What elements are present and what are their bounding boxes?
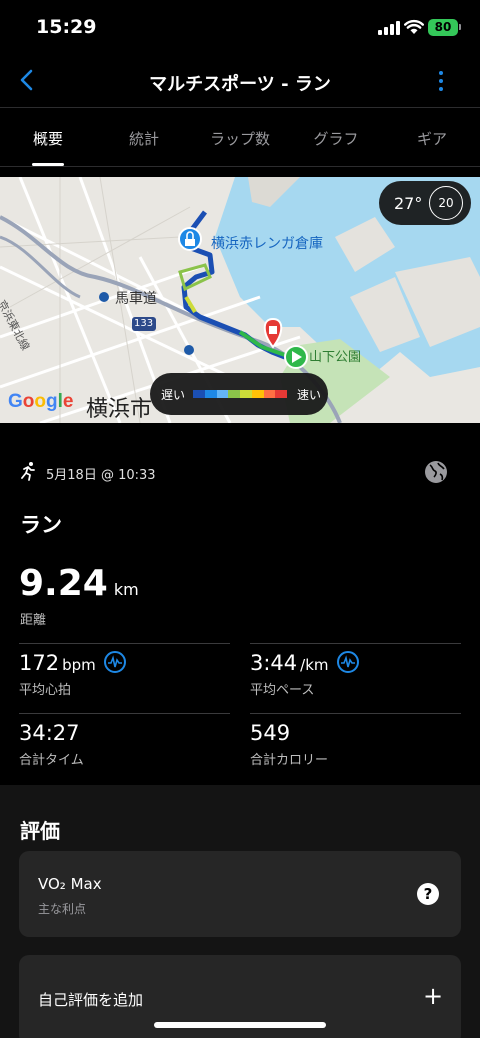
stat-total-time: 34:27 合計タイム [19, 721, 84, 768]
stat-value: 34:27 [19, 721, 80, 745]
stat-avg-hr: 172 bpm 平均心拍 [19, 651, 126, 698]
vo2max-card[interactable]: VO₂ Max 主な利点 ? [19, 851, 461, 937]
battery-icon: 80 [428, 19, 458, 36]
home-indicator [154, 1022, 326, 1028]
signal-icon [378, 21, 400, 35]
wifi-icon [404, 19, 424, 34]
battery-tip [459, 24, 461, 30]
activity-summary: 5月18日 @ 10:33 ラン 9.24 km 距離 172 bpm 平均心拍 3… [0, 423, 480, 785]
distance-unit: km [113, 580, 139, 599]
nav-bar: マルチスポーツ - ラン [0, 58, 480, 106]
map-label-park: 山下公園 [309, 350, 362, 365]
globe-icon[interactable] [424, 460, 448, 484]
map-label-bashamichi: 馬車道 [115, 291, 157, 307]
status-time: 15:29 [36, 16, 97, 38]
evaluation-section: 評価 VO₂ Max 主な利点 ? 自己評価を追加 + [0, 785, 480, 1038]
stat-label: 平均ペース [250, 683, 315, 698]
map-label-yokohama: 横浜市 [86, 397, 153, 422]
google-logo: Google [8, 391, 74, 412]
vo2max-subtitle: 主な利点 [38, 902, 87, 916]
heart-rate-icon[interactable] [103, 651, 126, 673]
map-road-number: 133 [134, 318, 154, 329]
distance-number: 9.24 [19, 563, 108, 604]
stat-divider [250, 643, 461, 644]
running-icon [21, 462, 35, 481]
stat-value: 172 [19, 651, 60, 675]
activity-name: ラン [20, 513, 62, 537]
stat-unit: bpm [62, 656, 96, 674]
plus-icon[interactable]: + [423, 982, 443, 1010]
vo2max-title: VO₂ Max [38, 875, 102, 893]
tab-graph[interactable]: グラフ [288, 108, 384, 166]
tab-gear[interactable]: ギア [384, 108, 480, 166]
stat-avg-pace: 3:44/km 平均ペース [250, 651, 359, 698]
stat-total-calories: 549 合計カロリー [250, 721, 328, 768]
add-self-eval-label: 自己評価を追加 [38, 991, 144, 1009]
speed-legend: 遅い 速い [150, 373, 328, 415]
tab-laps[interactable]: ラップ数 [192, 108, 288, 166]
stat-unit: /km [300, 656, 329, 674]
help-icon[interactable]: ? [417, 883, 439, 905]
stat-value: 549 [250, 721, 291, 745]
temperature: 27° [394, 194, 423, 213]
speed-slow-label: 遅い [161, 388, 186, 402]
tab-overview[interactable]: 概要 [0, 108, 96, 166]
stat-label: 平均心拍 [19, 683, 72, 698]
pace-chart-icon[interactable] [336, 651, 359, 673]
map-label-warehouse: 横浜赤レンガ倉庫 [211, 236, 323, 252]
distance-label: 距離 [20, 613, 47, 628]
tab-bar: 概要 統計 ラップ数 グラフ ギア [0, 108, 480, 166]
distance-value: 9.24 km [19, 563, 139, 604]
stat-label: 合計タイム [19, 753, 84, 768]
wind-compass-icon: 20 [429, 186, 463, 220]
stat-value: 3:44 [250, 651, 298, 675]
weather-badge[interactable]: 27° 20 [379, 181, 471, 225]
more-options-icon[interactable] [432, 68, 450, 94]
tab-stats[interactable]: 統計 [96, 108, 192, 166]
stat-divider [19, 713, 230, 714]
stat-divider [19, 643, 230, 644]
activity-date: 5月18日 @ 10:33 [46, 468, 156, 483]
speed-fast-label: 速い [297, 388, 322, 402]
page-title: マルチスポーツ - ラン [149, 74, 331, 95]
tabs-divider [0, 166, 480, 167]
status-bar: 15:29 80 [0, 0, 480, 58]
stat-label: 合計カロリー [250, 753, 329, 768]
stat-divider [250, 713, 461, 714]
speed-color-scale [193, 390, 287, 398]
evaluation-title: 評価 [20, 819, 60, 843]
